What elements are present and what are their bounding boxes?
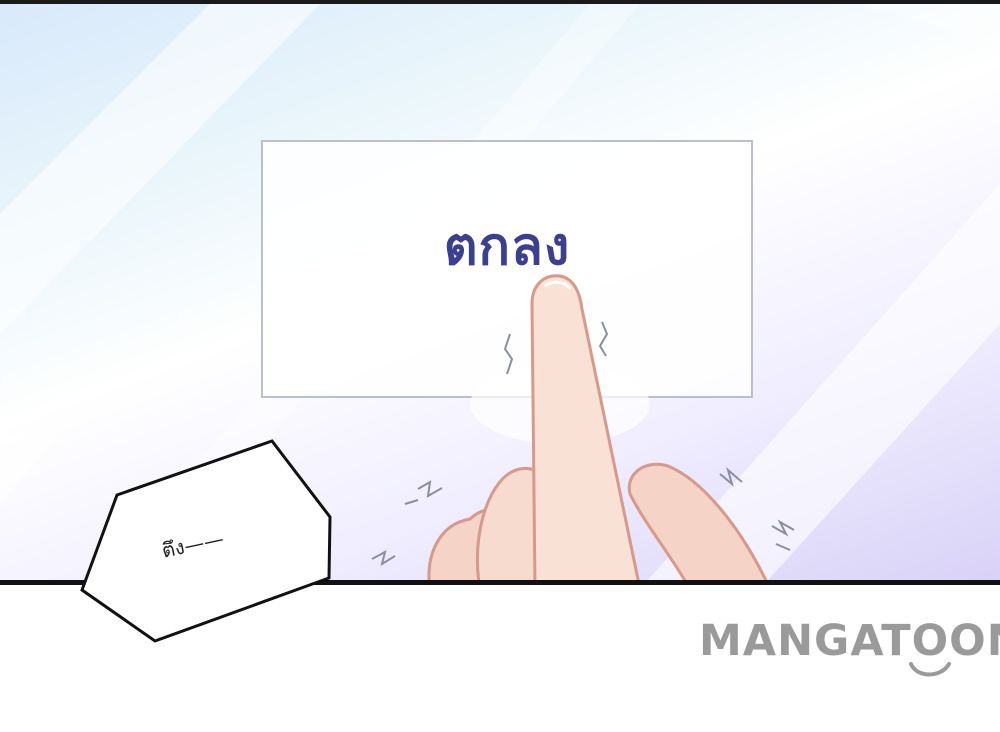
smile-logo-icon <box>909 662 951 677</box>
mangatoon-watermark: MANGATOON <box>699 616 1000 666</box>
comic-page: ตกลง ตึง—— MANGATOON <box>0 0 1000 732</box>
